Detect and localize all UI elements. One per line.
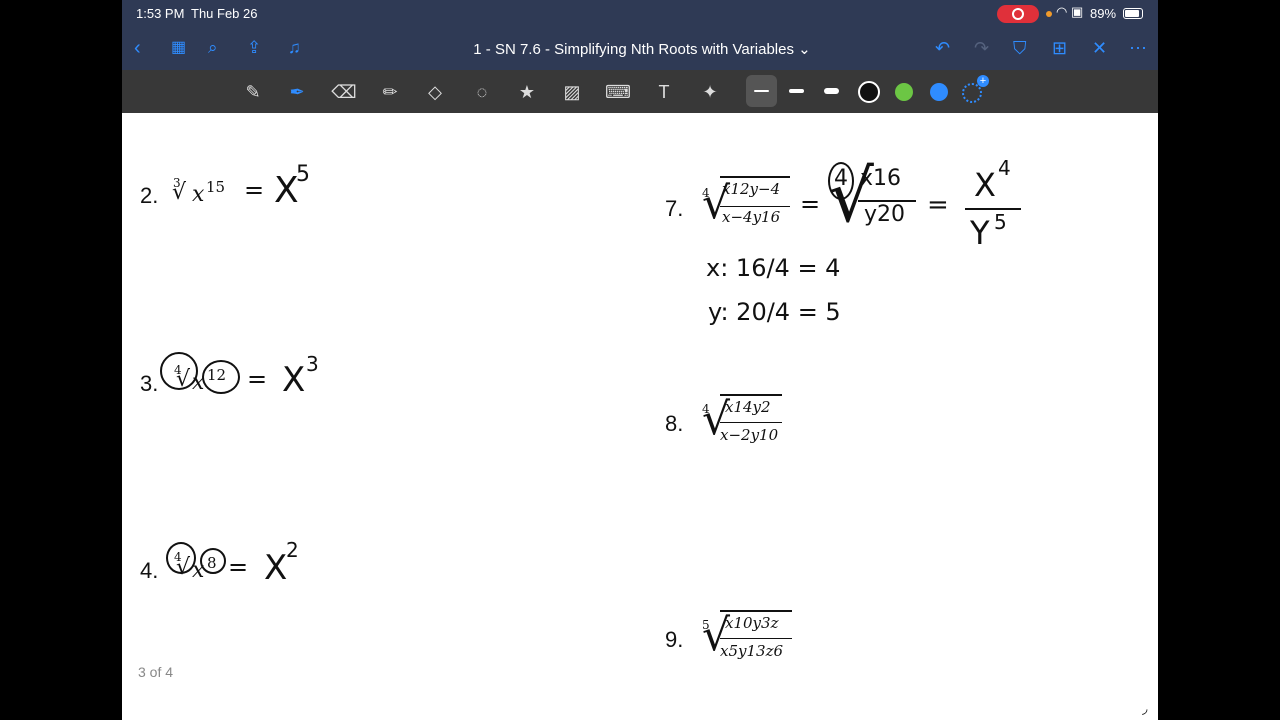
problem-7-number: 7. bbox=[665, 196, 684, 221]
highlighter-icon[interactable]: ✏ bbox=[377, 80, 403, 104]
shapes-icon[interactable]: ◇ bbox=[422, 80, 448, 104]
color-green-swatch[interactable] bbox=[895, 83, 913, 101]
problem-2-equals: = bbox=[244, 176, 265, 204]
problem-7-work-y: y: 20/4 = 5 bbox=[708, 298, 841, 326]
fraction-bar bbox=[720, 422, 782, 423]
problem-2-number: 2. bbox=[140, 183, 159, 208]
battery-icon bbox=[1123, 8, 1143, 19]
resize-handle-icon[interactable]: ◞ bbox=[1142, 700, 1147, 717]
radical-bar bbox=[720, 176, 790, 178]
lasso-icon[interactable]: ◌ bbox=[469, 80, 495, 104]
circle-annotation bbox=[200, 548, 226, 574]
image-icon[interactable]: ▨ bbox=[559, 80, 585, 104]
status-time: 1:53 PM bbox=[136, 6, 185, 21]
problem-3-answer-exp: 3 bbox=[306, 352, 319, 376]
stroke-thick-icon[interactable] bbox=[824, 88, 839, 94]
lasso-read-icon[interactable]: ✎ bbox=[240, 80, 266, 104]
problem-7-numerator: x12y−4 bbox=[722, 180, 781, 198]
notes-app: 1:53 PM Thu Feb 26 ◠ ▣ 89% ‹ ▦ ⌕ ⇪ ♫ 1 -… bbox=[122, 0, 1158, 720]
problem-7-answer-num-exp: 4 bbox=[998, 156, 1011, 180]
problem-7-equals-2: = bbox=[927, 190, 949, 220]
problem-3-answer: X bbox=[282, 360, 306, 400]
more-icon[interactable]: ⋯ bbox=[1129, 36, 1147, 60]
radical-bar bbox=[720, 394, 782, 396]
problem-7-step-denominator: y20 bbox=[864, 202, 906, 227]
problem-4-answer: X bbox=[264, 548, 288, 588]
problem-7-denominator: x−4y16 bbox=[722, 208, 781, 226]
problem-4-equals: = bbox=[228, 553, 249, 581]
fraction-bar bbox=[720, 206, 790, 207]
fraction-bar bbox=[965, 208, 1021, 210]
problem-7-work-x: x: 16/4 = 4 bbox=[706, 254, 841, 282]
share-icon[interactable]: ⇪ bbox=[247, 36, 261, 60]
back-icon[interactable]: ‹ bbox=[134, 36, 141, 60]
color-black-swatch[interactable] bbox=[858, 81, 880, 103]
problem-7-step-numerator: x16 bbox=[860, 166, 902, 191]
status-date: Thu Feb 26 bbox=[191, 6, 258, 21]
pen-icon[interactable]: ✒ bbox=[284, 80, 310, 104]
thumbnails-icon[interactable]: ▦ bbox=[171, 36, 186, 60]
stroke-medium-icon[interactable] bbox=[789, 89, 804, 93]
redo-icon[interactable]: ↷ bbox=[974, 36, 989, 60]
add-color-icon[interactable] bbox=[962, 75, 989, 103]
drawing-toolbar: ✎ ✒ ⌫ ✏ ◇ ◌ ★ ▨ ⌨ T ✦ bbox=[122, 70, 1158, 113]
eraser-icon[interactable]: ⌫ bbox=[331, 80, 357, 104]
radical-sign-icon: √ bbox=[176, 555, 191, 580]
color-blue-swatch[interactable] bbox=[930, 83, 948, 101]
text-box-icon[interactable]: T bbox=[651, 80, 677, 104]
problem-2-answer-exp: 5 bbox=[296, 162, 310, 187]
problem-4-number: 4. bbox=[140, 558, 159, 583]
battery-percent: 89% bbox=[1090, 6, 1117, 21]
page-indicator: 3 of 4 bbox=[138, 664, 174, 680]
radical-bar bbox=[720, 610, 792, 612]
status-bar: 1:53 PM Thu Feb 26 ◠ ▣ 89% bbox=[122, 0, 1158, 28]
close-edit-icon[interactable]: ✕ bbox=[1092, 36, 1107, 60]
problem-4-answer-exp: 2 bbox=[286, 538, 299, 562]
problem-7-answer-den: Y bbox=[970, 214, 990, 252]
fraction-bar bbox=[720, 638, 792, 639]
add-page-icon[interactable]: ⊞ bbox=[1052, 36, 1067, 60]
search-icon[interactable]: ⌕ bbox=[208, 36, 218, 60]
wifi-icon: ◠ ▣ bbox=[1056, 4, 1084, 19]
problem-2-radicand: x bbox=[192, 182, 205, 207]
keyboard-icon[interactable]: ⌨ bbox=[605, 80, 631, 104]
document-title[interactable]: 1 - SN 7.6 - Simplifying Nth Roots with … bbox=[402, 40, 882, 58]
problem-7-answer-den-exp: 5 bbox=[994, 210, 1007, 234]
problem-2-answer: X bbox=[274, 170, 299, 211]
radical-sign-icon: √ bbox=[176, 367, 191, 392]
problem-7-answer-num: X bbox=[974, 166, 996, 204]
circle-annotation bbox=[202, 360, 240, 394]
nav-bar: ‹ ▦ ⌕ ⇪ ♫ 1 - SN 7.6 - Simplifying Nth R… bbox=[122, 28, 1158, 70]
problem-3-number: 3. bbox=[140, 371, 159, 396]
stroke-thin-icon[interactable] bbox=[754, 90, 769, 92]
problem-9-numerator: x10y3z bbox=[725, 614, 779, 632]
problem-9-denominator: x5y13z6 bbox=[720, 642, 784, 660]
problem-9-number: 9. bbox=[665, 627, 684, 652]
laser-pointer-icon[interactable]: ✦ bbox=[697, 80, 723, 104]
problem-2-exponent: 15 bbox=[206, 178, 226, 196]
problem-8-number: 8. bbox=[665, 411, 684, 436]
bookmark-icon[interactable]: ⛉ bbox=[1013, 36, 1027, 60]
microphone-icon[interactable]: ♫ bbox=[288, 36, 301, 60]
screen-recording-icon[interactable] bbox=[997, 5, 1039, 23]
problem-8-denominator: x−2y10 bbox=[720, 426, 779, 444]
undo-icon[interactable]: ↶ bbox=[935, 36, 950, 60]
radical-sign-icon: √ bbox=[172, 180, 187, 205]
problem-8-numerator: x14y2 bbox=[725, 398, 771, 416]
problem-7-equals: = bbox=[800, 190, 821, 218]
problem-3-equals: = bbox=[247, 365, 268, 393]
sticker-icon[interactable]: ★ bbox=[514, 80, 540, 104]
mic-indicator-icon bbox=[1046, 11, 1052, 17]
